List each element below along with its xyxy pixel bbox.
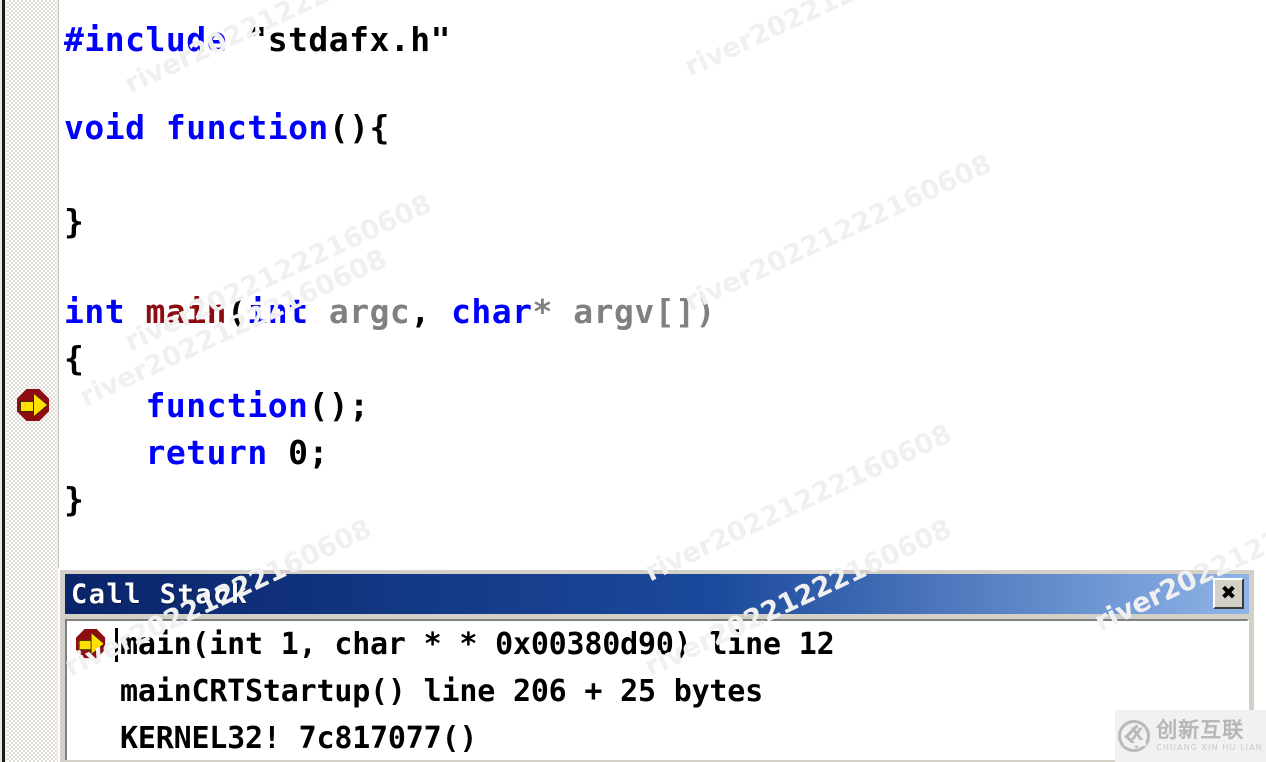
close-icon[interactable]: ✖ — [1213, 578, 1244, 609]
call-stack-row-icon-slot — [71, 625, 115, 665]
cx-circle-logo-icon: X — [1118, 720, 1151, 752]
call-stack-row[interactable]: KERNEL32! 7c817077() — [67, 715, 1247, 760]
code-token: return — [145, 433, 268, 472]
code-token: void — [64, 108, 146, 147]
code-token: } — [64, 202, 85, 241]
code-token: (); — [308, 386, 370, 425]
code-token: int — [247, 292, 309, 331]
code-line[interactable]: int main(int argc, char* argv[]) — [64, 290, 716, 334]
call-stack-list[interactable]: main(int 1, char * * 0x00380d90) line 12… — [65, 619, 1249, 760]
code-token: * — [532, 292, 553, 331]
code-line[interactable]: void function(){ — [64, 106, 390, 150]
brand-watermark-badge: X 创新互联 CHUANG XIN HU LIAN — [1115, 710, 1266, 762]
call-stack-frame-label: main(int 1, char * * 0x00380d90) line 12 — [120, 627, 835, 662]
arrow-head — [34, 394, 47, 416]
call-stack-panel[interactable]: Call Stack ✖ main(int 1, char * * 0x0038… — [58, 568, 1254, 762]
code-token: { — [64, 339, 85, 378]
call-stack-row[interactable]: main(int 1, char * * 0x00380d90) line 12 — [67, 621, 1247, 668]
call-stack-row-icon-slot — [71, 672, 115, 712]
code-line[interactable]: } — [64, 200, 84, 244]
code-token: char — [451, 292, 533, 331]
code-token: argc — [328, 292, 411, 331]
code-token: 0; — [288, 433, 329, 472]
call-stack-row[interactable]: mainCRTStartup() line 206 + 25 bytes — [67, 668, 1247, 715]
code-token: #include — [64, 20, 227, 59]
code-text-area[interactable]: #include "stdafx.h" void function(){} int … — [60, 0, 1266, 560]
code-token: } — [64, 480, 85, 519]
code-token: , — [410, 292, 452, 331]
brand-text-block: 创新互联 CHUANG XIN HU LIAN — [1156, 720, 1263, 752]
code-line[interactable]: function(); — [64, 384, 370, 428]
call-stack-frame-label: mainCRTStartup() line 206 + 25 bytes — [120, 674, 764, 709]
code-token: int — [64, 292, 126, 331]
call-stack-row-icon-slot — [71, 719, 115, 759]
current-statement-arrow-icon — [16, 388, 50, 422]
call-stack-title: Call Stack — [71, 578, 249, 610]
code-token: function — [145, 386, 309, 425]
code-line[interactable]: #include "stdafx.h" — [64, 18, 451, 62]
code-line[interactable]: return 0; — [64, 431, 329, 475]
editor-gutter[interactable] — [7, 0, 59, 762]
code-token: (){ — [328, 108, 390, 147]
window-left-edge — [0, 0, 7, 762]
call-stack-titlebar: Call Stack ✖ — [65, 574, 1249, 614]
text-caret — [115, 627, 118, 662]
code-line[interactable]: { — [64, 337, 84, 381]
code-line[interactable]: } — [64, 478, 84, 522]
code-token: function — [165, 108, 329, 147]
code-token: main — [145, 292, 227, 331]
call-stack-frame-label: KERNEL32! 7c817077() — [120, 721, 478, 756]
arrow-head — [91, 633, 104, 654]
current-frame-arrow-icon — [75, 628, 106, 659]
brand-name-cn: 创新互联 — [1156, 718, 1245, 742]
code-token: ( — [226, 292, 248, 331]
brand-mark-letter: X — [1130, 725, 1144, 745]
brand-name-pinyin: CHUANG XIN HU LIAN — [1156, 743, 1263, 752]
code-token: argv[]) — [573, 292, 716, 331]
code-token: "stdafx.h" — [247, 20, 452, 59]
